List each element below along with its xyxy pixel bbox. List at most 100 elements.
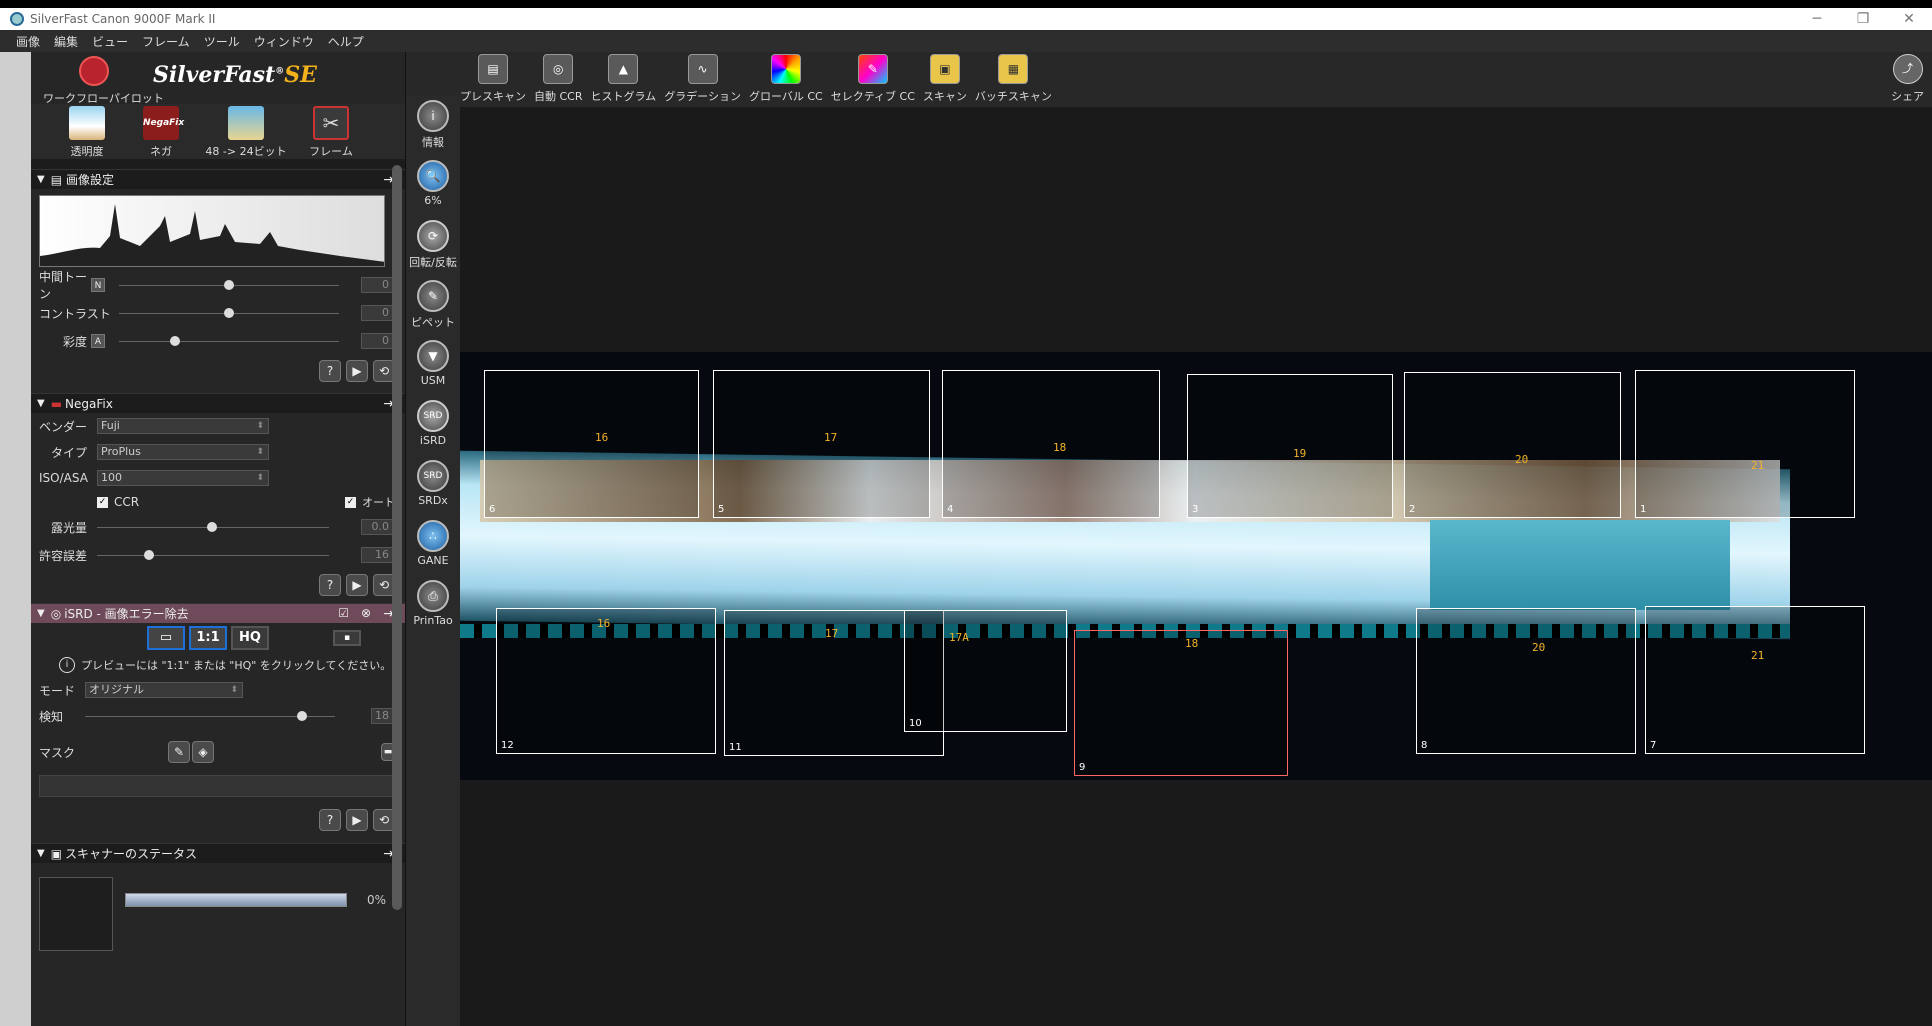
menu-edit[interactable]: 編集 (54, 33, 78, 50)
ccr-checkbox[interactable]: ✓ CCR (97, 495, 139, 509)
pipette-tool[interactable]: ✎ ピペット (406, 276, 460, 336)
saturation-badge[interactable]: A (91, 334, 105, 348)
collapse-triangle-icon[interactable]: ▼ (37, 608, 45, 619)
isrd-header[interactable]: ▼ ◎ iSRD - 画像エラー除去 ☑ ⊗ ⇥ (31, 603, 405, 623)
sidebar-scrollbar[interactable] (392, 165, 402, 910)
help-button[interactable]: ? (319, 574, 341, 596)
menu-frame[interactable]: フレーム (142, 33, 190, 50)
play-button[interactable]: ▶ (346, 809, 368, 831)
frame-5[interactable]: 5 17 (713, 370, 930, 518)
vendor-select[interactable]: Fuji (97, 418, 269, 434)
preview-hq-button[interactable]: HQ (231, 626, 269, 650)
frame-6[interactable]: 6 16 (484, 370, 699, 518)
menu-view[interactable]: ビュー (92, 33, 128, 50)
tolerance-value[interactable]: 16 (361, 547, 393, 563)
selective-cc-button[interactable]: ✎ セレクティブ CC (831, 52, 915, 104)
auto-checkbox[interactable]: ✓ オート (345, 494, 395, 510)
collapse-triangle-icon[interactable]: ▼ (37, 174, 45, 185)
type-select[interactable]: ProPlus (97, 444, 269, 460)
mask-row: マスク ✎ ◈ ▬ (31, 735, 405, 769)
maximize-button[interactable]: ❐ (1840, 8, 1886, 30)
frame-7[interactable]: 7 21 (1645, 606, 1865, 754)
zoom-tool[interactable]: 🔍 6% (406, 156, 460, 216)
global-cc-button[interactable]: グローバル CC (749, 52, 823, 104)
disable-icon[interactable]: ⊗ (361, 606, 371, 620)
image-settings-actions: ? ▶ ⟲ (31, 355, 405, 387)
collapse-triangle-icon[interactable]: ▼ (37, 848, 45, 859)
menu-window[interactable]: ウィンドウ (254, 33, 314, 50)
menu-tools[interactable]: ツール (204, 33, 240, 50)
exposure-value[interactable]: 0.0 (361, 519, 393, 535)
slider-knob[interactable] (224, 280, 234, 290)
rotate-tool[interactable]: ⟳ 回転/反転 (406, 216, 460, 276)
mask-field[interactable] (39, 775, 397, 797)
preview-1to1-button[interactable]: 1:1 (189, 626, 227, 650)
isrd-option-button[interactable]: ▪ (333, 630, 361, 646)
detect-slider[interactable] (85, 711, 335, 721)
tolerance-slider[interactable] (97, 550, 329, 560)
frame-4[interactable]: 4 18 (942, 370, 1160, 518)
quick-frame[interactable]: ✂ フレーム (295, 104, 367, 159)
scanner-status-header[interactable]: ▼ ▣ スキャナーのステータス ⇥ (31, 843, 405, 863)
midtone-value[interactable]: 0 (361, 277, 393, 293)
close-button[interactable]: ✕ (1886, 8, 1932, 30)
enable-check-icon[interactable]: ☑ (338, 606, 349, 620)
contrast-value[interactable]: 0 (361, 305, 393, 321)
play-button[interactable]: ▶ (346, 360, 368, 382)
share-button[interactable]: ⤴ シェア (1891, 52, 1924, 104)
gradation-button[interactable]: ∿ グラデーション (664, 52, 741, 104)
prescan-button[interactable]: ▤ プレスキャン (460, 52, 526, 104)
quick-negative[interactable]: NegaFix ネガ (125, 104, 197, 159)
minimize-button[interactable]: ─ (1794, 8, 1840, 30)
frame-3[interactable]: 3 19 (1187, 374, 1393, 518)
quick-bitdepth[interactable]: 48 -> 24ビット (199, 104, 293, 159)
frame-8[interactable]: 8 20 (1416, 608, 1636, 754)
midtone-badge[interactable]: N (91, 278, 105, 292)
background-window-edge (0, 52, 31, 1026)
midtone-slider[interactable] (119, 280, 339, 290)
frame-12[interactable]: 12 16 (496, 608, 716, 754)
detect-value[interactable]: 18 (371, 708, 393, 724)
quick-tools: 透明度 NegaFix ネガ 48 -> 24ビット ✂ フレーム (31, 104, 405, 159)
help-button[interactable]: ? (319, 809, 341, 831)
info-tool[interactable]: i 情報 (406, 96, 460, 156)
saturation-value[interactable]: 0 (361, 333, 393, 349)
slider-knob[interactable] (170, 336, 180, 346)
collapse-triangle-icon[interactable]: ▼ (37, 398, 45, 409)
contrast-slider[interactable] (119, 308, 339, 318)
isrd-mode-row: モード オリジナル (31, 677, 405, 703)
prescan-image[interactable]: 6 16 5 17 4 18 3 19 2 20 1 21 12 16 11 17 10 17A … (460, 352, 1932, 780)
menu-image[interactable]: 画像 (16, 33, 40, 50)
iso-select[interactable]: 100 (97, 470, 269, 486)
gane-tool[interactable]: ∴ GANE (406, 516, 460, 576)
mask-pin-button[interactable]: ◈ (192, 741, 214, 763)
auto-ccr-button[interactable]: ◎ 自動 CCR (534, 52, 583, 104)
exposure-slider[interactable] (97, 522, 329, 532)
quick-transparency[interactable]: 透明度 (51, 104, 123, 159)
frame-9-selected[interactable]: 9 18 (1074, 630, 1288, 776)
mode-select[interactable]: オリジナル (85, 682, 243, 698)
frame-2[interactable]: 2 20 (1404, 372, 1621, 518)
frame-10[interactable]: 10 17A (904, 610, 1067, 732)
frame-1[interactable]: 1 21 (1635, 370, 1855, 518)
image-settings-header[interactable]: ▼ ▤ 画像設定 ⇥ (31, 169, 405, 189)
slider-knob[interactable] (207, 522, 217, 532)
usm-tool[interactable]: ▼ USM (406, 336, 460, 396)
slider-knob[interactable] (144, 550, 154, 560)
printao-tool[interactable]: ⎙ PrinTao (406, 576, 460, 636)
histogram-button[interactable]: ▲ ヒストグラム (591, 52, 656, 104)
scan-button[interactable]: ▣ スキャン (923, 52, 967, 104)
batch-scan-button[interactable]: ▦ バッチスキャン (975, 52, 1052, 104)
mask-brush-button[interactable]: ✎ (168, 741, 190, 763)
play-button[interactable]: ▶ (346, 574, 368, 596)
srdx-tool[interactable]: SRD SRDx (406, 456, 460, 516)
slider-knob[interactable] (297, 711, 307, 721)
preview-full-button[interactable]: ▭ (147, 626, 185, 650)
isrd-tool[interactable]: SRD iSRD (406, 396, 460, 456)
menu-help[interactable]: ヘルプ (328, 33, 364, 50)
slider-knob[interactable] (224, 308, 234, 318)
negafix-header[interactable]: ▼ ▬ NegaFix ⇥ (31, 393, 405, 413)
workflow-pilot-icon[interactable] (79, 56, 109, 86)
saturation-slider[interactable] (119, 336, 339, 346)
help-button[interactable]: ? (319, 360, 341, 382)
